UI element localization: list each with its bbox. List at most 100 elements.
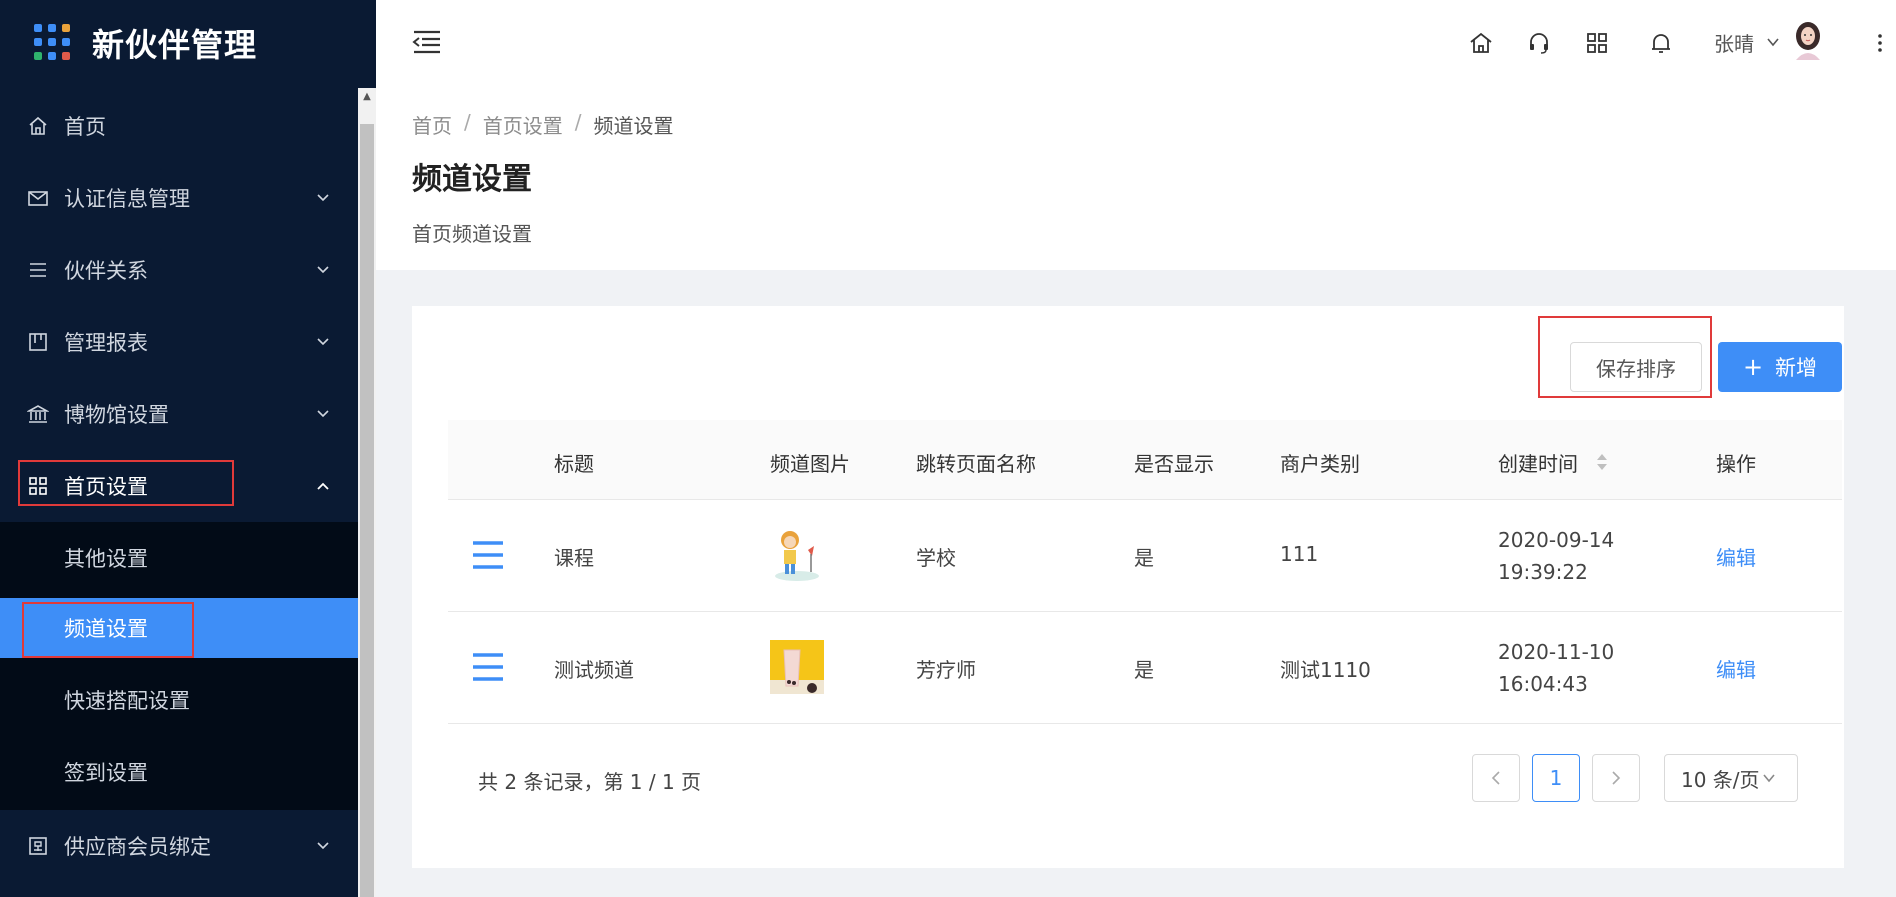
sidebar-item-label: 供应商会员绑定	[64, 835, 211, 859]
chevron-left-icon	[1491, 771, 1500, 785]
app-title: 新伙伴管理	[92, 26, 258, 64]
drag-handle-icon[interactable]	[472, 652, 504, 682]
channel-image	[775, 531, 819, 581]
content-card: 保存排序 + 新增 标题 频道图片 跳转页面名称 是否显示 商户类别 创建时间 …	[412, 306, 1844, 868]
user-name[interactable]: 张晴	[1714, 28, 1754, 57]
column-header-image: 频道图片	[770, 452, 850, 476]
more-icon[interactable]	[1876, 30, 1884, 56]
created-time: 16:04:43	[1498, 672, 1588, 696]
breadcrumb-item-current: 频道设置	[593, 114, 674, 138]
scroll-thumb[interactable]	[360, 124, 374, 897]
headset-icon[interactable]	[1526, 30, 1552, 56]
collapse-menu-icon[interactable]	[412, 28, 442, 56]
chevron-down-icon	[317, 266, 329, 274]
submenu-item-label: 签到设置	[64, 761, 148, 785]
channel-image	[770, 640, 824, 694]
cell-title: 测试频道	[554, 658, 634, 682]
column-header-created-time[interactable]: 创建时间	[1498, 448, 1578, 477]
sidebar-item-partner-relation[interactable]: 伙伴关系	[0, 234, 358, 306]
add-button[interactable]: + 新增	[1718, 342, 1842, 392]
cell-visible: 是	[1134, 546, 1154, 570]
chevron-right-icon	[1612, 771, 1621, 785]
submenu-item-checkin[interactable]: 签到设置	[0, 742, 358, 802]
sidebar-item-home-settings[interactable]: 首页设置	[0, 450, 358, 522]
pagination-info: 共 2 条记录，第 1 / 1 页	[478, 770, 702, 794]
home-icon[interactable]	[1468, 30, 1494, 56]
drag-handle-icon[interactable]	[472, 540, 504, 570]
column-header-visible: 是否显示	[1134, 452, 1214, 476]
sidebar-item-label: 首页设置	[64, 475, 148, 499]
prev-page-button[interactable]	[1472, 754, 1520, 802]
sidebar: 新伙伴管理 首页 认证信息管理 伙伴关系 管理报表 博物馆设置 首页设置 其他设…	[0, 0, 376, 897]
chevron-down-icon	[317, 338, 329, 346]
cell-visible: 是	[1134, 658, 1154, 682]
sidebar-scrollbar[interactable]: ▲	[358, 88, 376, 897]
add-button-label: 新增	[1775, 356, 1818, 380]
page-button-current[interactable]: 1	[1532, 754, 1580, 802]
scroll-up-icon[interactable]: ▲	[358, 88, 376, 106]
submenu-item-label: 快速搭配设置	[64, 689, 190, 713]
chevron-down-icon	[317, 842, 329, 850]
submenu-item-quick-match[interactable]: 快速搭配设置	[0, 670, 358, 730]
next-page-button[interactable]	[1592, 754, 1640, 802]
chevron-down-icon	[317, 410, 329, 418]
cell-page-name: 芳疗师	[916, 658, 976, 682]
mail-icon	[26, 186, 50, 210]
app-grid-icon	[34, 24, 70, 60]
chevron-down-icon	[317, 194, 329, 202]
column-header-title: 标题	[554, 452, 594, 476]
cell-created-time: 2020-09-14 19:39:22	[1498, 524, 1614, 588]
logo: 新伙伴管理	[0, 0, 376, 84]
cell-category: 测试1110	[1280, 658, 1371, 682]
page-size-select[interactable]: 10 条/页	[1664, 754, 1798, 802]
bank-icon	[26, 402, 50, 426]
sidebar-item-label: 首页	[64, 115, 106, 139]
sidebar-item-supplier-binding[interactable]: 供应商会员绑定	[0, 810, 358, 882]
column-header-action: 操作	[1716, 452, 1756, 476]
bell-icon[interactable]	[1648, 30, 1674, 56]
edit-link[interactable]: 编辑	[1716, 542, 1756, 571]
sidebar-item-auth-info[interactable]: 认证信息管理	[0, 162, 358, 234]
breadcrumb-separator: /	[464, 110, 471, 134]
cell-created-time: 2020-11-10 16:04:43	[1498, 636, 1614, 700]
sort-icon[interactable]	[1596, 452, 1608, 472]
created-time: 19:39:22	[1498, 560, 1588, 584]
breadcrumb-item-home-settings[interactable]: 首页设置	[483, 110, 563, 139]
breadcrumb: 首页 / 首页设置 / 频道设置	[412, 110, 674, 139]
chevron-down-icon[interactable]	[1766, 36, 1780, 48]
cell-page-name: 学校	[916, 546, 956, 570]
sidebar-item-label: 伙伴关系	[64, 259, 148, 283]
submenu-item-other-settings[interactable]: 其他设置	[0, 528, 358, 588]
submenu-item-label: 频道设置	[64, 617, 148, 641]
table-header: 标题 频道图片 跳转页面名称 是否显示 商户类别 创建时间 操作	[448, 420, 1842, 500]
save-sort-button[interactable]: 保存排序	[1570, 342, 1702, 392]
created-date: 2020-11-10	[1498, 640, 1615, 664]
breadcrumb-item-home[interactable]: 首页	[412, 110, 452, 139]
sidebar-item-reports[interactable]: 管理报表	[0, 306, 358, 378]
submenu-item-label: 其他设置	[64, 547, 148, 571]
table-row: 课程 学校 是 111 2020-09-14 19:39:22 编辑	[448, 500, 1842, 612]
cell-category: 111	[1280, 542, 1319, 566]
column-header-page-name: 跳转页面名称	[916, 452, 1036, 476]
column-header-category: 商户类别	[1280, 452, 1360, 476]
created-date: 2020-09-14	[1498, 528, 1615, 552]
cell-title: 课程	[554, 546, 594, 570]
sidebar-item-label: 管理报表	[64, 331, 148, 355]
page-title: 频道设置	[412, 162, 532, 197]
board-icon	[26, 330, 50, 354]
edit-link[interactable]: 编辑	[1716, 654, 1756, 683]
page-size-value: 10 条/页	[1681, 767, 1760, 792]
sidebar-item-home[interactable]: 首页	[0, 90, 358, 162]
plus-icon: +	[1742, 353, 1764, 381]
page-header: 首页 / 首页设置 / 频道设置 频道设置 首页频道设置	[376, 88, 1896, 270]
sidebar-item-label: 博物馆设置	[64, 403, 169, 427]
page-description: 首页频道设置	[412, 222, 532, 246]
top-header: 张晴	[376, 0, 1896, 88]
submenu-item-channel-settings[interactable]: 频道设置	[0, 598, 358, 658]
chevron-up-icon	[317, 482, 329, 490]
sidebar-item-museum[interactable]: 博物馆设置	[0, 378, 358, 450]
apps-icon[interactable]	[1584, 30, 1610, 56]
sidebar-item-label: 认证信息管理	[64, 187, 190, 211]
list-icon	[26, 258, 50, 282]
avatar[interactable]	[1790, 20, 1826, 60]
